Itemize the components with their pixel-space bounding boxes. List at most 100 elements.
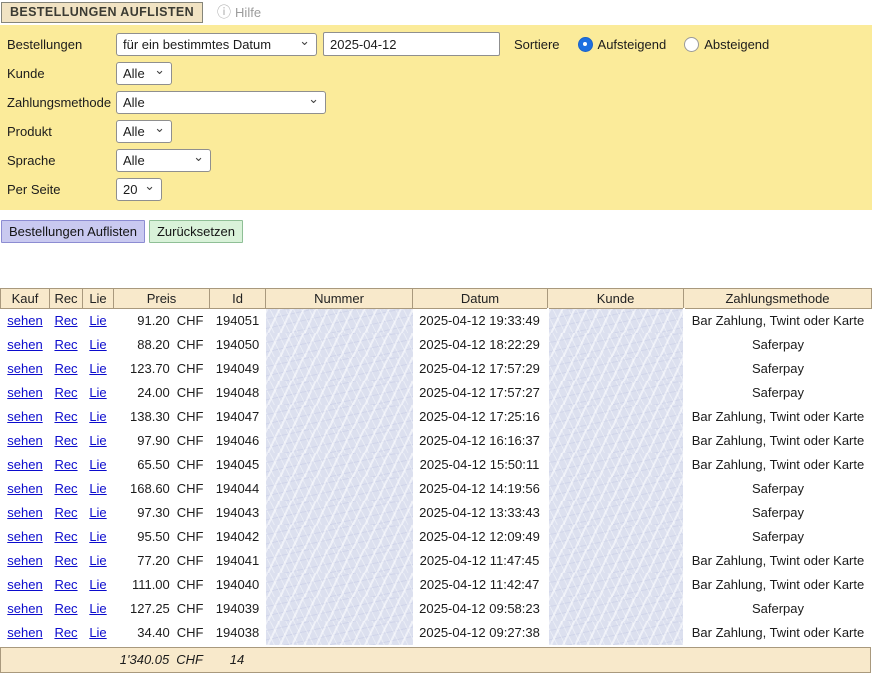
price-currency: CHF: [177, 601, 204, 616]
order-id-cell: 194049: [210, 357, 266, 381]
receipt-link[interactable]: Rec: [54, 505, 77, 520]
delivery-link[interactable]: Lie: [89, 457, 106, 472]
datum-cell: 2025-04-12 17:25:16: [413, 405, 548, 429]
view-order-link[interactable]: sehen: [7, 481, 42, 496]
receipt-link[interactable]: Rec: [54, 457, 77, 472]
table-row: sehen Rec Lie 91.20 CHF 194051 2025-04-1…: [1, 309, 872, 333]
radio-absteigend[interactable]: [684, 37, 699, 52]
delivery-link[interactable]: Lie: [89, 361, 106, 376]
view-order-link[interactable]: sehen: [7, 577, 42, 592]
price-currency: CHF: [177, 457, 204, 472]
delivery-link[interactable]: Lie: [89, 577, 106, 592]
price-value: 168.60: [130, 481, 170, 496]
view-order-link[interactable]: sehen: [7, 385, 42, 400]
view-order-link[interactable]: sehen: [7, 529, 42, 544]
col-header-kauf[interactable]: Kauf: [1, 289, 50, 309]
delivery-link[interactable]: Lie: [89, 529, 106, 544]
col-header-datum[interactable]: Datum: [413, 289, 548, 309]
per-seite-label: Per Seite: [0, 182, 116, 197]
view-order-link[interactable]: sehen: [7, 409, 42, 424]
receipt-link[interactable]: Rec: [54, 577, 77, 592]
nummer-cell-redacted: [266, 525, 413, 549]
col-header-zahlungsmethode[interactable]: Zahlungsmethode: [684, 289, 872, 309]
col-header-rec[interactable]: Rec: [50, 289, 83, 309]
receipt-link[interactable]: Rec: [54, 481, 77, 496]
receipt-link[interactable]: Rec: [54, 409, 77, 424]
zahlungsmethode-cell: Bar Zahlung, Twint oder Karte: [684, 453, 872, 477]
col-header-lie[interactable]: Lie: [83, 289, 114, 309]
delivery-link[interactable]: Lie: [89, 481, 106, 496]
delivery-link[interactable]: Lie: [89, 553, 106, 568]
view-order-link[interactable]: sehen: [7, 361, 42, 376]
nummer-cell-redacted: [266, 405, 413, 429]
bestellungen-mode-select[interactable]: für ein bestimmtes Datum ⌄: [116, 33, 317, 56]
view-order-link[interactable]: sehen: [7, 625, 42, 640]
kunde-cell-redacted: [548, 309, 684, 333]
nummer-cell-redacted: [266, 573, 413, 597]
delivery-link[interactable]: Lie: [89, 337, 106, 352]
view-order-link[interactable]: sehen: [7, 553, 42, 568]
produkt-select[interactable]: Alle ⌄: [116, 120, 172, 143]
col-header-nummer[interactable]: Nummer: [266, 289, 413, 309]
kauf-cell: sehen: [1, 309, 50, 333]
radio-aufsteigend-label: Aufsteigend: [598, 37, 667, 52]
delivery-link[interactable]: Lie: [89, 409, 106, 424]
sprache-select[interactable]: Alle ⌄: [116, 149, 211, 172]
order-id-cell: 194050: [210, 333, 266, 357]
nummer-cell-redacted: [266, 477, 413, 501]
receipt-link[interactable]: Rec: [54, 313, 77, 328]
list-orders-button[interactable]: Bestellungen Auflisten: [1, 220, 145, 243]
view-order-link[interactable]: sehen: [7, 601, 42, 616]
radio-aufsteigend[interactable]: [578, 37, 593, 52]
nummer-cell-redacted: [266, 597, 413, 621]
zahlungsmethode-cell: Bar Zahlung, Twint oder Karte: [684, 549, 872, 573]
kunde-cell-redacted: [548, 429, 684, 453]
rec-cell: Rec: [50, 549, 83, 573]
receipt-link[interactable]: Rec: [54, 601, 77, 616]
chevron-down-icon: ⌄: [308, 95, 319, 103]
view-order-link[interactable]: sehen: [7, 337, 42, 352]
price-currency: CHF: [177, 505, 204, 520]
col-header-id[interactable]: Id: [210, 289, 266, 309]
receipt-link[interactable]: Rec: [54, 433, 77, 448]
col-header-kunde[interactable]: Kunde: [548, 289, 684, 309]
price-value: 123.70: [130, 361, 170, 376]
view-order-link[interactable]: sehen: [7, 505, 42, 520]
zahlungsmethode-select[interactable]: Alle ⌄: [116, 91, 326, 114]
receipt-link[interactable]: Rec: [54, 337, 77, 352]
receipt-link[interactable]: Rec: [54, 385, 77, 400]
rec-cell: Rec: [50, 357, 83, 381]
col-header-preis[interactable]: Preis: [114, 289, 210, 309]
receipt-link[interactable]: Rec: [54, 553, 77, 568]
totals-bar: 1'340.05 CHF 14: [0, 647, 871, 673]
help-label: Hilfe: [235, 5, 261, 20]
receipt-link[interactable]: Rec: [54, 361, 77, 376]
delivery-link[interactable]: Lie: [89, 601, 106, 616]
kauf-cell: sehen: [1, 621, 50, 645]
date-input[interactable]: [323, 32, 500, 56]
view-order-link[interactable]: sehen: [7, 433, 42, 448]
price-cell: 65.50 CHF: [114, 453, 210, 477]
price-currency: CHF: [177, 385, 204, 400]
delivery-link[interactable]: Lie: [89, 385, 106, 400]
delivery-link[interactable]: Lie: [89, 313, 106, 328]
view-order-link[interactable]: sehen: [7, 457, 42, 472]
kunde-cell-redacted: [548, 405, 684, 429]
page-title-button[interactable]: BESTELLUNGEN AUFLISTEN: [1, 2, 203, 23]
delivery-link[interactable]: Lie: [89, 505, 106, 520]
receipt-link[interactable]: Rec: [54, 625, 77, 640]
view-order-link[interactable]: sehen: [7, 313, 42, 328]
help-control[interactable]: ⓘ Hilfe: [217, 2, 261, 22]
receipt-link[interactable]: Rec: [54, 529, 77, 544]
price-value: 111.00: [132, 577, 170, 592]
price-value: 95.50: [137, 529, 170, 544]
nummer-cell-redacted: [266, 621, 413, 645]
per-seite-select[interactable]: 200 ⌄: [116, 178, 162, 201]
filter-row-sprache: Sprache Alle ⌄: [0, 148, 872, 172]
kunde-select[interactable]: Alle ⌄: [116, 62, 172, 85]
price-cell: 123.70 CHF: [114, 357, 210, 381]
reset-button[interactable]: Zurücksetzen: [149, 220, 243, 243]
order-id-cell: 194038: [210, 621, 266, 645]
delivery-link[interactable]: Lie: [89, 433, 106, 448]
delivery-link[interactable]: Lie: [89, 625, 106, 640]
